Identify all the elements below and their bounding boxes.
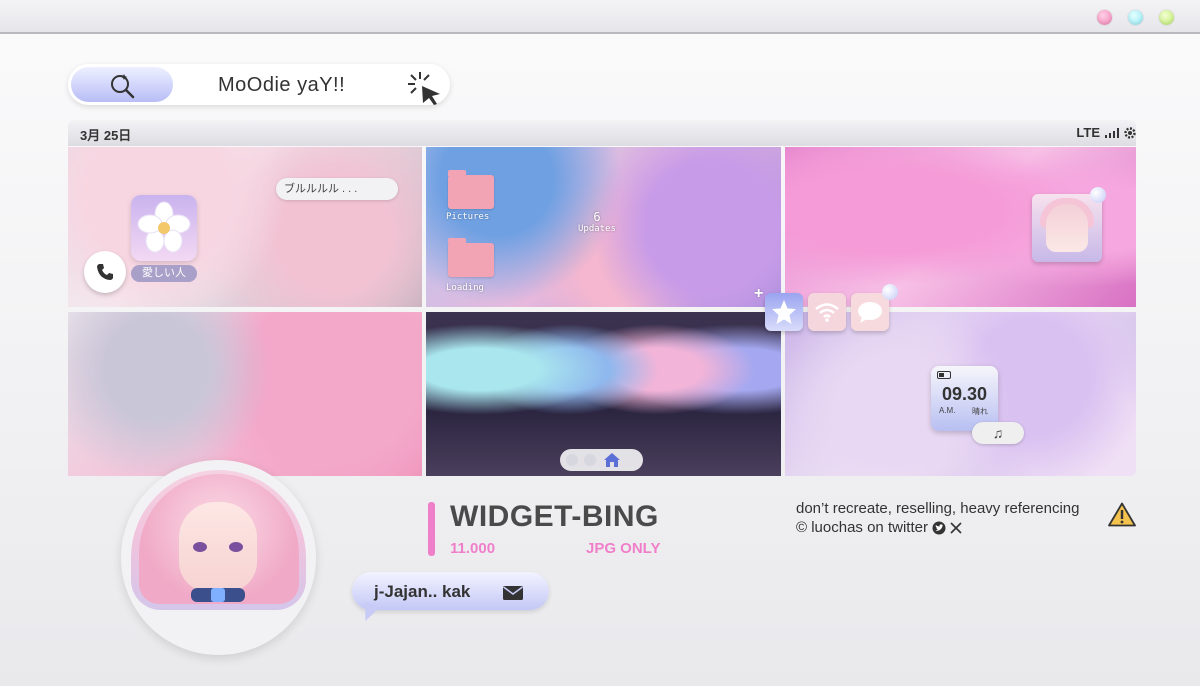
- status-date: 3月 25日: [80, 128, 132, 143]
- signal-icon: [1105, 127, 1119, 138]
- window-titlebar: [0, 0, 1200, 34]
- search-icon: [111, 73, 135, 98]
- avatar-eye: [229, 542, 243, 552]
- product-format: JPG ONLY: [586, 540, 661, 557]
- credit-line: © luochas on twitter: [796, 519, 962, 536]
- credit-text: © luochas on twitter: [796, 519, 928, 536]
- clock-time: 09.30: [941, 384, 988, 404]
- dock-dot[interactable]: [584, 454, 596, 466]
- search-button[interactable]: [71, 67, 173, 102]
- folder-loading-icon[interactable]: [448, 238, 494, 277]
- status-bar: [68, 120, 1136, 146]
- photo-tile-desk: [68, 312, 422, 476]
- mini-dock[interactable]: [560, 449, 643, 471]
- avatar-card[interactable]: [1032, 194, 1102, 262]
- updates-label: Updates: [578, 224, 616, 234]
- phone-button[interactable]: [84, 251, 126, 293]
- warning-icon: [1108, 502, 1136, 527]
- star-app-button[interactable]: [765, 293, 803, 331]
- window-button-cyan[interactable]: [1128, 10, 1143, 25]
- music-note-icon: ♫: [992, 425, 1004, 441]
- home-icon[interactable]: [602, 452, 622, 468]
- clock-ampm: A.M.: [939, 406, 956, 415]
- window-button-green[interactable]: [1159, 10, 1174, 25]
- mail-icon[interactable]: [502, 585, 524, 601]
- phone-icon: [97, 264, 113, 280]
- folder-pictures-label: Pictures: [446, 212, 490, 222]
- clock-weather: 晴れ: [972, 407, 988, 416]
- avatar-face: [179, 502, 257, 592]
- avatar-face: [1046, 204, 1088, 252]
- flower-icon: [137, 201, 191, 253]
- battery-icon: [937, 371, 951, 379]
- x-icon[interactable]: [950, 521, 962, 534]
- dock-dot[interactable]: [566, 454, 578, 466]
- call-bubble: ブルルルル . . .: [276, 178, 398, 200]
- cursor-click-icon: [408, 72, 440, 105]
- chat-bubble-icon: [858, 302, 882, 323]
- folder-pictures-icon[interactable]: [448, 170, 494, 209]
- product-title: WIDGET-BING: [450, 500, 659, 533]
- twitter-icon[interactable]: [932, 521, 946, 535]
- star-icon: [772, 300, 796, 324]
- music-button[interactable]: ♫: [972, 422, 1024, 444]
- avatar-gem: [211, 588, 225, 602]
- avatar-eye: [193, 542, 207, 552]
- flower-app-icon[interactable]: [131, 195, 197, 261]
- updates-badge: 6: [593, 210, 601, 224]
- window-button-pink[interactable]: [1097, 10, 1112, 25]
- status-indicators: LTE: [1076, 125, 1136, 140]
- network-label: LTE: [1076, 125, 1100, 140]
- contact-label: 愛しい人: [131, 265, 197, 282]
- glass-bubble-icon-2: [882, 284, 898, 300]
- updates-widget[interactable]: 6 Updates: [578, 210, 616, 234]
- wifi-app-button[interactable]: [808, 293, 846, 331]
- title-accent-bar: [428, 502, 435, 556]
- message-text: j-Jajan.. kak: [374, 582, 471, 601]
- search-input[interactable]: MoOdie yaY!!: [218, 74, 345, 97]
- folder-loading-label: Loading: [446, 283, 484, 293]
- settings-icon[interactable]: [1124, 126, 1136, 139]
- notice-text: don’t recreate, reselling, heavy referen…: [796, 500, 1080, 517]
- product-price: 11.000: [450, 540, 496, 557]
- wifi-icon: [815, 303, 839, 322]
- glass-bubble-icon: [1090, 187, 1106, 203]
- chat-app-button[interactable]: [851, 293, 889, 331]
- plus-icon: +: [754, 285, 764, 302]
- search-bar[interactable]: MoOdie yaY!!: [68, 64, 450, 105]
